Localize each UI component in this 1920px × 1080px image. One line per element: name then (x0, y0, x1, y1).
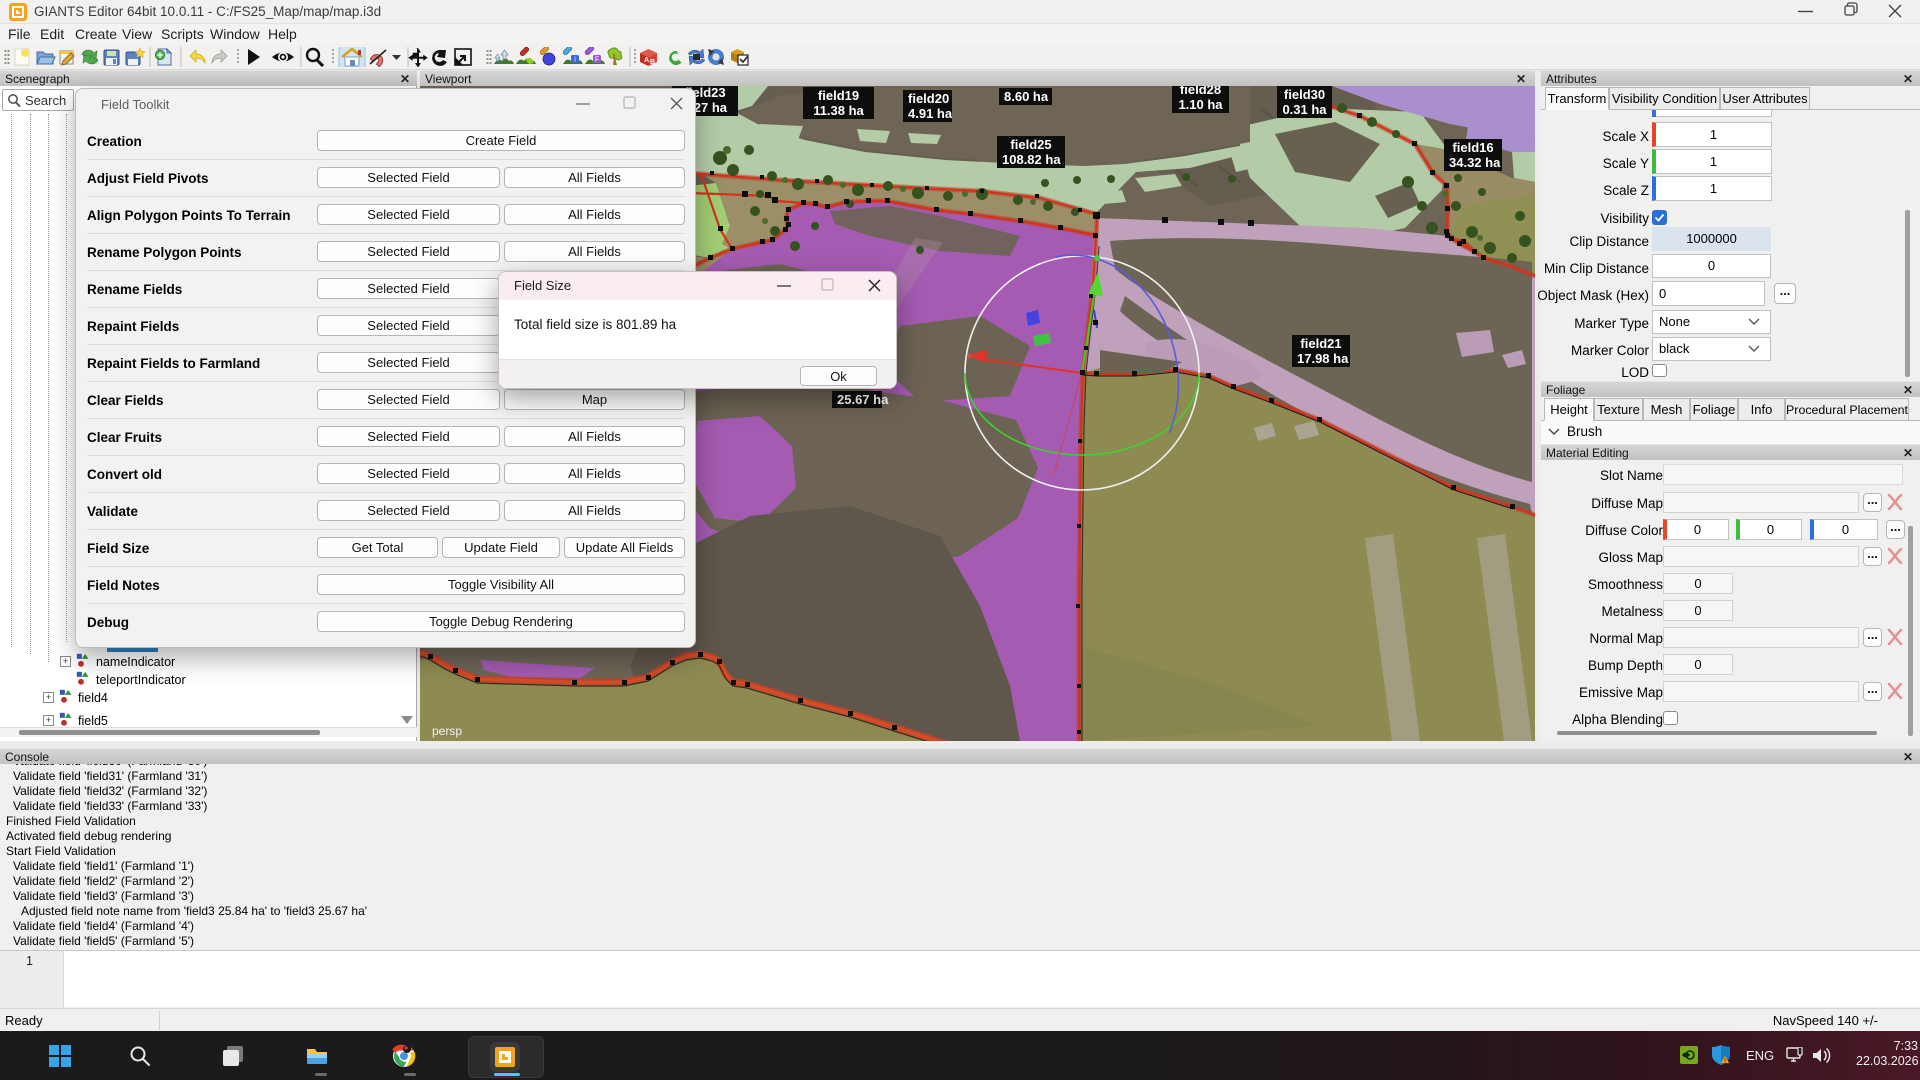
svg-text:B: B (650, 59, 655, 66)
svg-text:A: A (644, 57, 649, 64)
svg-text:F: F (595, 57, 599, 64)
